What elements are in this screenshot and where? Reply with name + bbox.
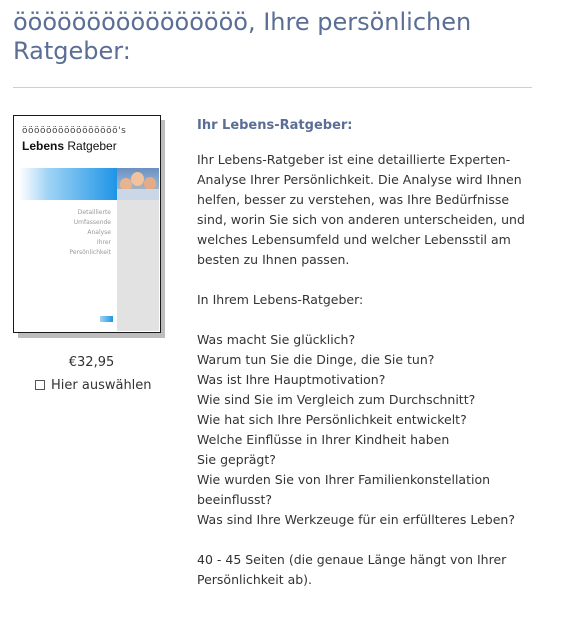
question-item: Wie wurden Sie von Ihrer Familienkonstel… [197, 472, 491, 507]
cover-brand: öööööööööööööööö's [22, 126, 127, 136]
question-item: Warum tun Sie die Dinge, die Sie tun? [197, 352, 435, 367]
intro-paragraph: Ihr Lebens-Ratgeber ist eine detailliert… [197, 152, 525, 267]
cover-subtitle: Detaillierte Umfassende Analyse Ihrer Pe… [19, 208, 111, 258]
cover-front: öööööööööööööööö's Lebens Ratgeber Detai… [13, 115, 161, 333]
cover-footer-mark [100, 316, 113, 322]
product-price: €32,95 [68, 355, 115, 370]
cover-subtitle-line: Analyse [87, 229, 111, 236]
question-item: Was ist Ihre Hauptmotivation? [197, 372, 386, 387]
cover-title-bold: Lebens [22, 139, 65, 153]
cover-subtitle-line: Detaillierte [77, 209, 111, 216]
question-item: Wie hat sich Ihre Persönlichkeit entwick… [197, 412, 467, 427]
question-item: Was sind Ihre Werkzeuge für ein erfüllte… [197, 512, 515, 527]
page-title: öööööööööööööööö, Ihre persönlichen Ratg… [13, 8, 472, 65]
question-item: Was macht Sie glücklich? [197, 332, 356, 347]
section-heading: Ihr Lebens-Ratgeber: [197, 118, 353, 133]
cover-grey-panel [117, 200, 159, 331]
list-intro: In Ihrem Lebens-Ratgeber: [197, 292, 364, 307]
question-item: Welche Einflüsse in Ihrer Kindheit haben… [197, 432, 450, 467]
header-divider [13, 87, 532, 88]
pages-note: 40 - 45 Seiten (die genaue Länge hängt v… [197, 552, 507, 587]
cover-subtitle-line: Persönlichkeit [69, 249, 111, 256]
cover-subtitle-line: Umfassende [73, 219, 111, 226]
question-item: Wie sind Sie im Vergleich zum Durchschni… [197, 392, 476, 407]
cover-gradient-band [19, 168, 117, 200]
cover-family-photo [117, 168, 159, 200]
cover-title: Lebens Ratgeber [22, 139, 117, 153]
book-cover: öööööööööööööööö's Lebens Ratgeber Detai… [13, 115, 165, 338]
select-product-option[interactable]: Hier auswählen [35, 376, 152, 394]
select-checkbox[interactable] [35, 380, 45, 390]
product-description: Ihr Lebens-Ratgeber ist eine detailliert… [197, 150, 537, 590]
cover-subtitle-line: Ihrer [96, 239, 111, 246]
select-label: Hier auswählen [51, 377, 152, 393]
cover-title-rest: Ratgeber [64, 139, 117, 153]
